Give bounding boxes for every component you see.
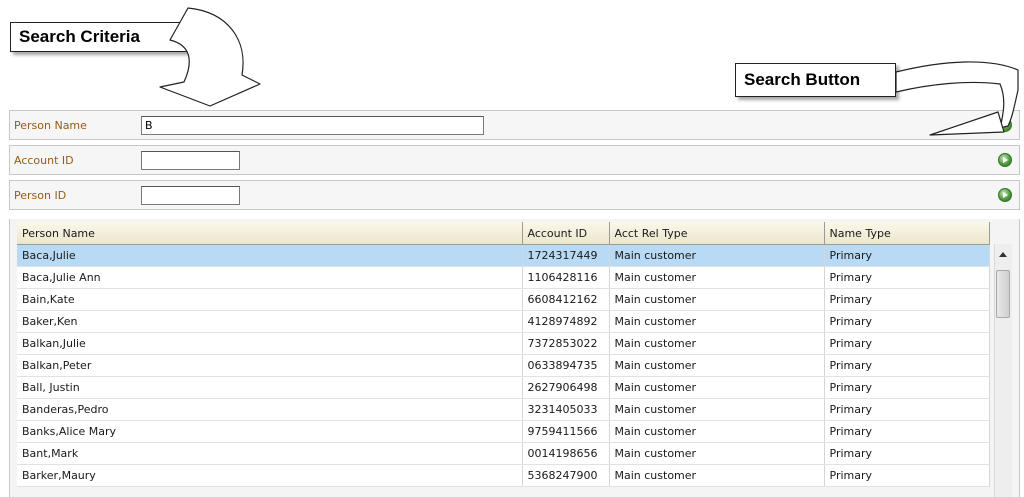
cell-name-type: Primary bbox=[824, 244, 990, 267]
table-row[interactable]: Baker,Ken 4128974892 Main customer Primary bbox=[17, 310, 990, 333]
cell-name-type: Primary bbox=[824, 310, 990, 333]
person-name-input[interactable] bbox=[141, 116, 484, 135]
cell-account-id: 7372853022 bbox=[522, 332, 610, 355]
cell-name-type: Primary bbox=[824, 398, 990, 421]
vertical-scrollbar[interactable] bbox=[994, 244, 1012, 497]
cell-person-name: Bain,Kate bbox=[17, 288, 523, 311]
cell-acct-rel-type: Main customer bbox=[609, 354, 825, 377]
cell-person-name: Banks,Alice Mary bbox=[17, 420, 523, 443]
cell-person-name: Baca,Julie bbox=[17, 244, 523, 267]
cell-person-name: Ball, Justin bbox=[17, 376, 523, 399]
cell-acct-rel-type: Main customer bbox=[609, 376, 825, 399]
account-id-label: Account ID bbox=[14, 154, 74, 167]
cell-person-name: Baca,Julie Ann bbox=[17, 266, 523, 289]
cell-account-id: 1724317449 bbox=[522, 244, 610, 267]
column-header-acct-rel-type[interactable]: Acct Rel Type bbox=[609, 222, 825, 245]
cell-account-id: 5368247900 bbox=[522, 464, 610, 487]
cell-acct-rel-type: Main customer bbox=[609, 464, 825, 487]
table-row[interactable]: Bant,Mark 0014198656 Main customer Primary bbox=[17, 442, 990, 465]
table-row[interactable]: Barker,Maury 5368247900 Main customer Prima… bbox=[17, 464, 990, 487]
cell-name-type: Primary bbox=[824, 464, 990, 487]
table-row[interactable]: Balkan,Peter 0633894735 Main customer Prima… bbox=[17, 354, 990, 377]
cell-acct-rel-type: Main customer bbox=[609, 420, 825, 443]
results-grid: Person Name Account ID Acct Rel Type Nam… bbox=[9, 219, 1020, 497]
results-table: Person Name Account ID Acct Rel Type Nam… bbox=[17, 222, 990, 487]
cell-account-id: 0014198656 bbox=[522, 442, 610, 465]
person-id-label: Person ID bbox=[14, 189, 67, 202]
cell-acct-rel-type: Main customer bbox=[609, 288, 825, 311]
cell-name-type: Primary bbox=[824, 266, 990, 289]
cell-person-name: Balkan,Julie bbox=[17, 332, 523, 355]
person-name-label: Person Name bbox=[14, 119, 87, 132]
table-row[interactable]: Bain,Kate 6608412162 Main customer Primary bbox=[17, 288, 990, 311]
person-name-row: Person Name bbox=[9, 110, 1020, 140]
cell-account-id: 2627906498 bbox=[522, 376, 610, 399]
grid-header-row: Person Name Account ID Acct Rel Type Nam… bbox=[17, 222, 990, 245]
table-row[interactable]: Banderas,Pedro 3231405033 Main customer Pri… bbox=[17, 398, 990, 421]
table-row[interactable]: Baca,Julie Ann 1106428116 Main customer Pri… bbox=[17, 266, 990, 289]
cell-name-type: Primary bbox=[824, 442, 990, 465]
cell-acct-rel-type: Main customer bbox=[609, 266, 825, 289]
cell-name-type: Primary bbox=[824, 420, 990, 443]
cell-person-name: Balkan,Peter bbox=[17, 354, 523, 377]
scroll-thumb[interactable] bbox=[996, 270, 1010, 318]
cell-person-name: Banderas,Pedro bbox=[17, 398, 523, 421]
cell-acct-rel-type: Main customer bbox=[609, 398, 825, 421]
cell-acct-rel-type: Main customer bbox=[609, 244, 825, 267]
account-id-input[interactable] bbox=[141, 151, 240, 170]
search-criteria-callout: Search Criteria bbox=[10, 22, 187, 52]
cell-person-name: Bant,Mark bbox=[17, 442, 523, 465]
cell-person-name: Barker,Maury bbox=[17, 464, 523, 487]
cell-name-type: Primary bbox=[824, 354, 990, 377]
column-header-name-type[interactable]: Name Type bbox=[824, 222, 990, 245]
account-id-search-button[interactable] bbox=[998, 153, 1012, 167]
table-row[interactable]: Banks,Alice Mary 9759411566 Main customer P… bbox=[17, 420, 990, 443]
column-header-account-id[interactable]: Account ID bbox=[522, 222, 610, 245]
person-id-input[interactable] bbox=[141, 186, 240, 205]
cell-person-name: Baker,Ken bbox=[17, 310, 523, 333]
column-header-person-name[interactable]: Person Name bbox=[17, 222, 523, 245]
account-id-row: Account ID bbox=[9, 145, 1020, 175]
table-row[interactable]: Baca,Julie 1724317449 Main customer Primary bbox=[17, 244, 990, 267]
cell-account-id: 0633894735 bbox=[522, 354, 610, 377]
person-id-row: Person ID bbox=[9, 180, 1020, 210]
cell-account-id: 1106428116 bbox=[522, 266, 610, 289]
table-row[interactable]: Ball, Justin 2627906498 Main customer Prima… bbox=[17, 376, 990, 399]
person-name-search-button[interactable] bbox=[998, 118, 1012, 132]
cell-account-id: 6608412162 bbox=[522, 288, 610, 311]
cell-account-id: 9759411566 bbox=[522, 420, 610, 443]
cell-name-type: Primary bbox=[824, 332, 990, 355]
cell-name-type: Primary bbox=[824, 376, 990, 399]
cell-account-id: 3231405033 bbox=[522, 398, 610, 421]
cell-acct-rel-type: Main customer bbox=[609, 332, 825, 355]
cell-acct-rel-type: Main customer bbox=[609, 310, 825, 333]
scroll-up-arrow-icon[interactable] bbox=[997, 250, 1010, 260]
cell-account-id: 4128974892 bbox=[522, 310, 610, 333]
cell-name-type: Primary bbox=[824, 288, 990, 311]
table-row[interactable]: Balkan,Julie 7372853022 Main customer Prima… bbox=[17, 332, 990, 355]
cell-acct-rel-type: Main customer bbox=[609, 442, 825, 465]
search-button-callout: Search Button bbox=[735, 63, 896, 97]
person-id-search-button[interactable] bbox=[998, 188, 1012, 202]
